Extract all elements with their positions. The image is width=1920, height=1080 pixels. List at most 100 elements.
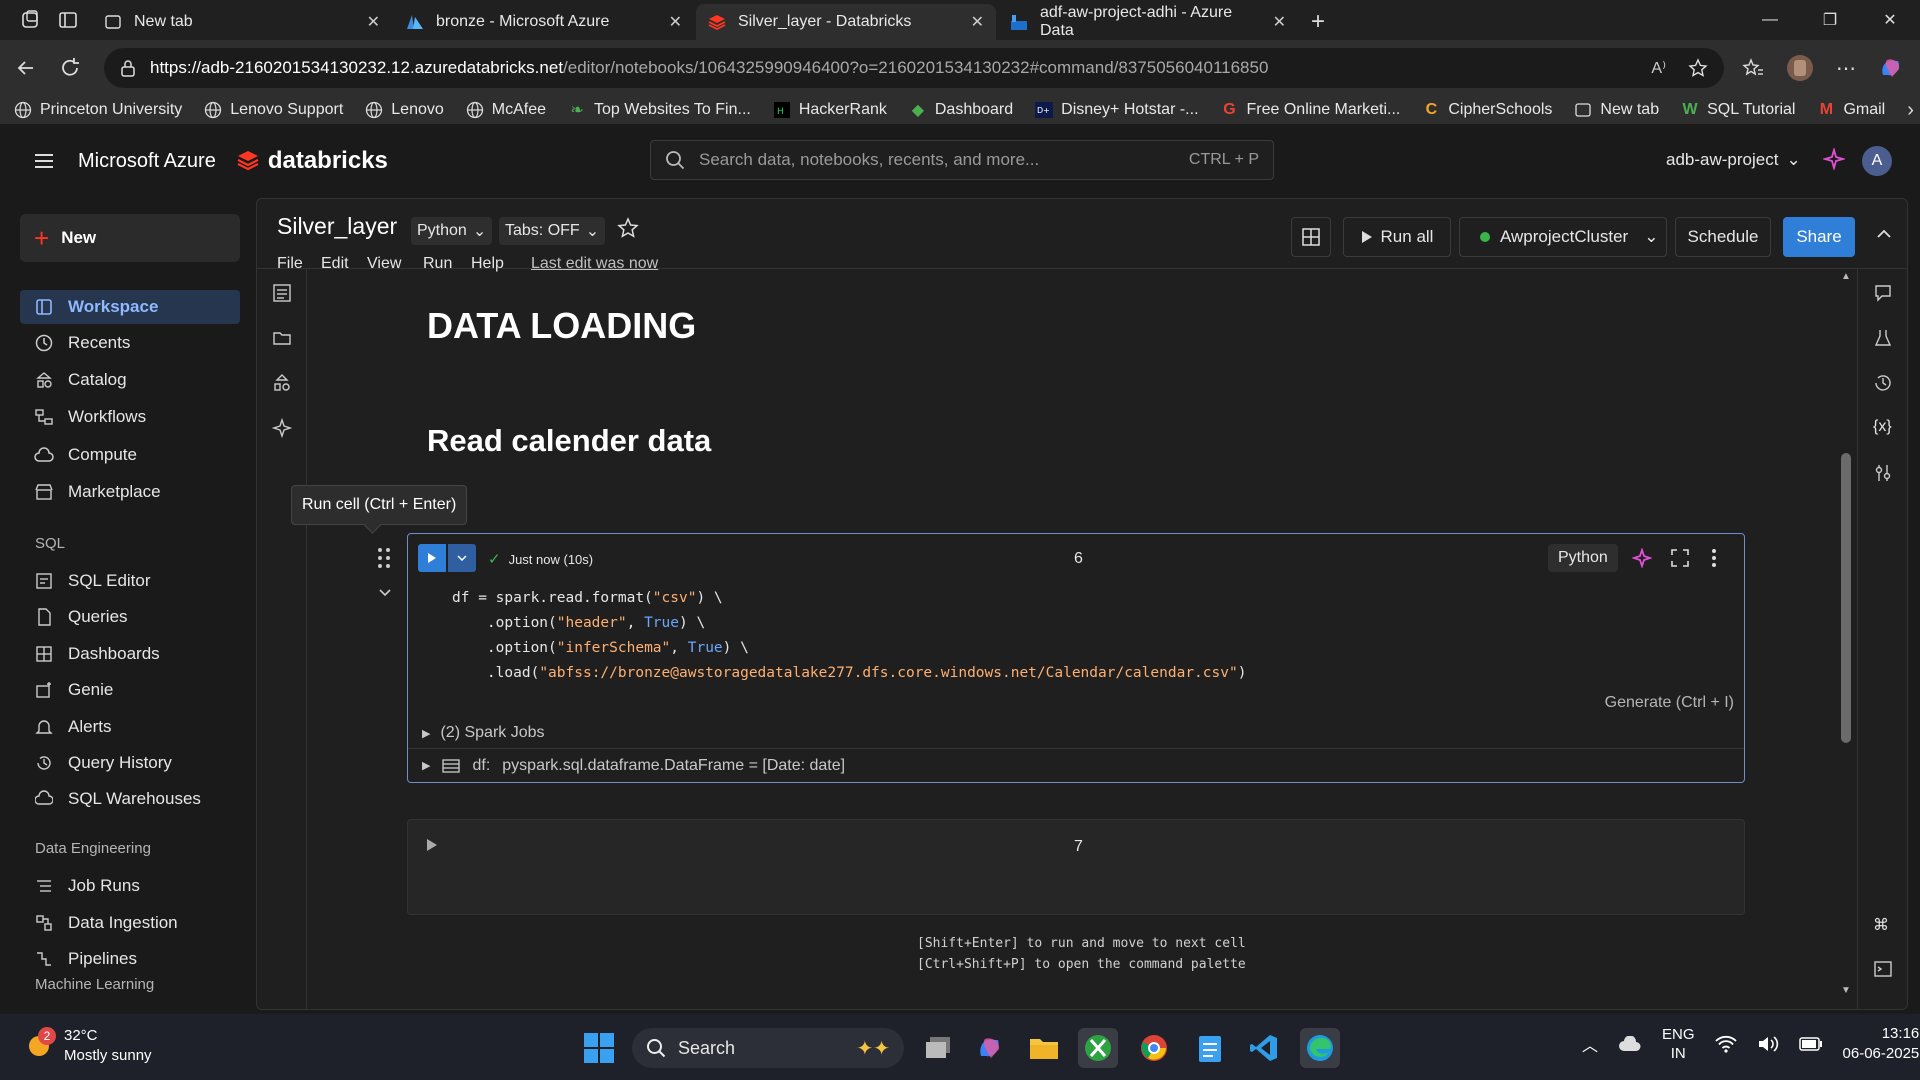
bookmark-item[interactable]: Princeton University (14, 101, 182, 119)
sidebar-item-workflows[interactable]: Workflows (20, 400, 240, 434)
bookmark-item[interactable]: H HackerRank (773, 101, 887, 119)
generate-hint[interactable]: Generate (Ctrl + I) (1605, 694, 1734, 712)
sidebar-item-catalog[interactable]: Catalog (20, 363, 240, 397)
run-all-button[interactable]: Run all (1343, 217, 1451, 257)
close-icon[interactable]: ✕ (367, 12, 380, 32)
notepad-icon[interactable] (1190, 1028, 1230, 1068)
environment-settings-icon[interactable] (1873, 463, 1893, 483)
scroll-down-icon[interactable]: ▼ (1841, 985, 1851, 996)
bookmark-item[interactable]: New tab (1574, 101, 1659, 119)
sidebar-item-compute[interactable]: Compute (20, 438, 240, 472)
bookmark-item[interactable]: M Gmail (1817, 101, 1885, 119)
sidebar-item-marketplace[interactable]: Marketplace (20, 475, 240, 509)
wifi-icon[interactable] (1714, 1035, 1737, 1053)
global-search[interactable]: Search data, notebooks, recents, and mor… (650, 140, 1274, 180)
bookmark-item[interactable]: Lenovo (365, 101, 444, 119)
sidebar-item-dashboards[interactable]: Dashboards (20, 637, 240, 671)
taskbar-search[interactable]: Search ✦✦ (632, 1028, 904, 1068)
sidebar-item-sql-warehouses[interactable]: SQL Warehouses (20, 782, 240, 816)
bookmark-item[interactable]: McAfee (466, 101, 546, 119)
sidebar-item-workspace[interactable]: Workspace (20, 290, 240, 324)
lock-icon[interactable] (120, 59, 136, 77)
favorite-star-icon[interactable] (1688, 58, 1708, 78)
copilot-icon[interactable] (1878, 55, 1904, 81)
sidebar-item-data-ingestion[interactable]: Data Ingestion (20, 906, 240, 940)
profile-avatar[interactable] (1786, 54, 1814, 82)
assistant-icon[interactable] (272, 418, 292, 438)
cell-language-badge[interactable]: Python (1548, 544, 1618, 572)
terminal-icon[interactable] (1873, 959, 1893, 979)
menu-icon[interactable] (34, 153, 54, 169)
schedule-button[interactable]: Schedule (1675, 217, 1771, 257)
bookmark-item[interactable]: ❧ Top Websites To Fin... (568, 101, 751, 119)
bookmark-item[interactable]: W SQL Tutorial (1681, 101, 1796, 119)
cluster-selector[interactable]: AwprojectCluster ⌄ (1459, 217, 1667, 257)
keyboard-shortcuts-icon[interactable]: ⌘ (1873, 915, 1893, 935)
code-cell-empty[interactable]: 7 (407, 819, 1745, 915)
assistant-sparkle-icon[interactable] (1632, 548, 1652, 568)
sidebar-item-sql-editor[interactable]: SQL Editor (20, 564, 240, 598)
chevron-up-icon[interactable]: ︿ (1582, 1032, 1598, 1056)
user-avatar[interactable]: A (1862, 146, 1892, 176)
code-cell[interactable]: ✓ Just now (10s) 6 Python df = spark.read… (407, 533, 1745, 783)
version-history-icon[interactable] (1873, 373, 1893, 393)
azure-brand[interactable]: Microsoft Azure (78, 150, 216, 173)
table-of-contents-icon[interactable] (272, 283, 292, 303)
browser-tab-azure[interactable]: bronze - Microsoft Azure ✕ (394, 4, 694, 40)
star-icon[interactable] (617, 217, 639, 239)
back-icon[interactable] (4, 57, 48, 79)
dataframe-schema-row[interactable]: ▶ df: pyspark.sql.dataframe.DataFrame = … (408, 748, 1744, 782)
scroll-up-icon[interactable]: ▲ (1841, 271, 1851, 282)
new-button[interactable]: + New (20, 214, 240, 262)
weather-widget[interactable]: 2 32°C Mostly sunny (24, 1026, 152, 1066)
workspaces-icon[interactable] (20, 10, 40, 30)
drag-handle-icon[interactable] (377, 547, 391, 569)
minimize-icon[interactable]: — (1740, 11, 1800, 29)
scrollbar-thumb[interactable] (1841, 453, 1851, 743)
chevron-right-icon[interactable]: › (1907, 99, 1914, 122)
cell-more-icon[interactable] (1710, 548, 1718, 568)
bookmark-item[interactable]: Lenovo Support (204, 101, 343, 119)
task-view-icon[interactable] (918, 1028, 958, 1068)
refresh-icon[interactable] (48, 57, 92, 79)
close-icon[interactable]: ✕ (669, 12, 682, 32)
language-selector[interactable]: Python ⌄ (411, 217, 493, 245)
sidebar-item-genie[interactable]: Genie (20, 673, 240, 707)
code-editor[interactable]: df = spark.read.format("csv") \ .option(… (452, 586, 1246, 686)
clock[interactable]: 13:16 06-06-2025 (1843, 1024, 1920, 1064)
sidebar-item-queries[interactable]: Queries (20, 600, 240, 634)
run-cell-button[interactable] (418, 544, 478, 572)
sidebar-item-alerts[interactable]: Alerts (20, 710, 240, 744)
catalog-icon[interactable] (272, 373, 292, 393)
sidebar-item-query-history[interactable]: Query History (20, 746, 240, 780)
sidebar-item-recents[interactable]: Recents (20, 326, 240, 360)
assistant-sparkle-icon[interactable] (1823, 148, 1845, 170)
url-field[interactable]: https://adb-2160201534130232.12.azuredat… (104, 48, 1724, 88)
input-language[interactable]: ENG IN (1662, 1025, 1695, 1063)
comments-icon[interactable] (1873, 283, 1893, 303)
vscode-icon[interactable] (1244, 1028, 1284, 1068)
workspace-selector[interactable]: adb-aw-project ⌄ (1666, 150, 1801, 170)
sidebar-item-job-runs[interactable]: Job Runs (20, 869, 240, 903)
browser-tab-adf[interactable]: adf-aw-project-adhi - Azure Data ✕ (998, 4, 1298, 40)
read-aloud-icon[interactable]: A⁾ (1651, 58, 1666, 78)
xbox-icon[interactable] (1078, 1028, 1118, 1068)
favorites-icon[interactable] (1742, 58, 1764, 78)
onedrive-cloud-icon[interactable] (1618, 1036, 1642, 1052)
close-window-icon[interactable]: ✕ (1860, 10, 1920, 30)
restore-icon[interactable]: ❐ (1800, 10, 1860, 30)
notebook-title[interactable]: Silver_layer (277, 213, 397, 240)
run-options-chevron-icon[interactable] (448, 544, 476, 572)
layout-toggle-button[interactable] (1291, 217, 1331, 257)
file-explorer-icon[interactable] (1024, 1028, 1064, 1068)
sidebar-item-pipelines[interactable]: Pipelines (20, 942, 240, 976)
databricks-logo[interactable]: databricks (236, 147, 388, 175)
windows-start-icon[interactable] (584, 1033, 614, 1063)
close-icon[interactable]: ✕ (1273, 12, 1286, 32)
bookmark-item[interactable]: ◆ Dashboard (909, 101, 1013, 119)
play-icon[interactable] (418, 544, 446, 572)
scrollbar[interactable]: ▲ ▼ (1841, 271, 1851, 996)
fullscreen-icon[interactable] (1670, 548, 1690, 568)
close-icon[interactable]: ✕ (971, 12, 984, 32)
browser-tab-new-tab[interactable]: New tab ✕ (92, 4, 392, 40)
